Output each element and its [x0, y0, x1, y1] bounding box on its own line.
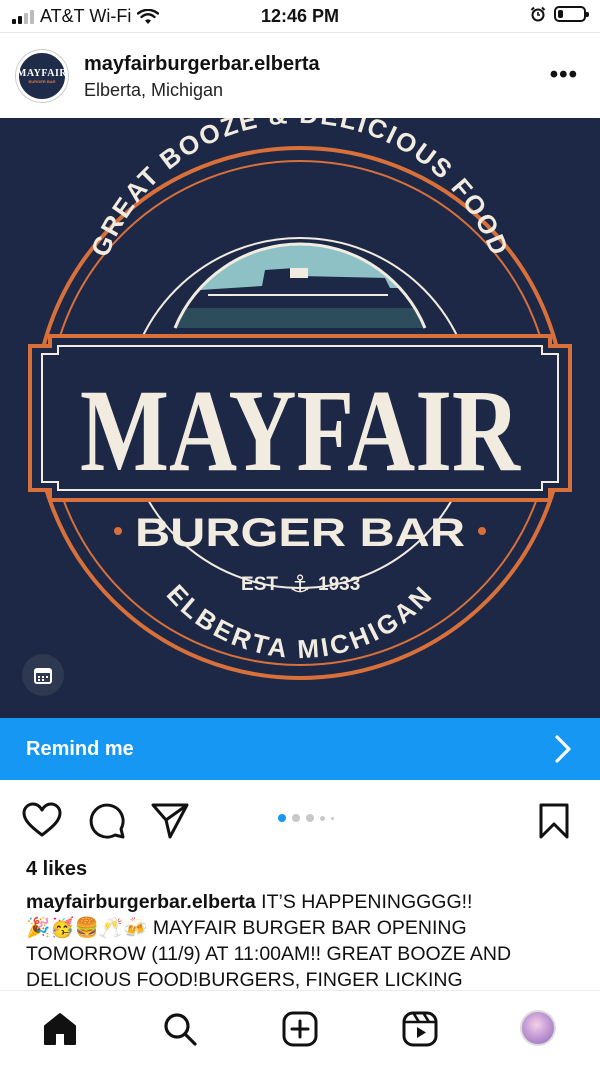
bookmark-icon[interactable]: [538, 802, 570, 840]
avatar[interactable]: MAYFAIR BURGER BAR: [16, 50, 68, 102]
post-header: MAYFAIR BURGER BAR mayfairburgerbar.elbe…: [0, 32, 600, 118]
post-caption: mayfairburgerbar.elberta IT’S HAPPENINGG…: [26, 889, 576, 989]
ship-scene: [175, 243, 425, 328]
home-icon[interactable]: [42, 1011, 78, 1047]
caption-username[interactable]: mayfairburgerbar.elberta: [26, 891, 256, 913]
remind-me-bar[interactable]: Remind me: [0, 718, 600, 780]
carousel-dot-4: [320, 815, 325, 821]
carousel-indicator: [278, 814, 334, 822]
bullet-right: [478, 527, 486, 535]
post-location[interactable]: Elberta, Michigan: [84, 80, 223, 101]
search-icon[interactable]: [162, 1011, 198, 1047]
calendar-icon: [34, 668, 52, 684]
avatar-text: MAYFAIR: [16, 68, 68, 79]
calendar-button[interactable]: [22, 654, 64, 696]
bullet-left: [114, 527, 122, 535]
arc-top-text: GREAT BOOZE & DELICIOUS FOOD: [85, 118, 516, 261]
status-bar: AT&T Wi-Fi 12:46 PM: [0, 0, 600, 32]
remind-me-label: Remind me: [26, 737, 134, 760]
share-icon[interactable]: [150, 802, 190, 840]
post-image[interactable]: GREAT BOOZE & DELICIOUS FOOD MAYFAIR BUR…: [0, 118, 600, 718]
carousel-dot-5: [331, 816, 334, 820]
create-icon[interactable]: [282, 1011, 318, 1047]
alarm-icon: [530, 6, 546, 22]
comment-icon[interactable]: [88, 802, 126, 840]
bottom-nav: [0, 990, 600, 1067]
status-right: [530, 6, 589, 22]
status-time: 12:46 PM: [260, 6, 340, 26]
caption-emojis: 🎉🥳🍔🥂🍻: [26, 917, 148, 939]
logo-year: 1933: [318, 574, 360, 595]
carousel-dot-2: [292, 814, 300, 822]
battery-icon: [554, 6, 589, 22]
logo-est: EST: [241, 574, 278, 595]
carousel-dot-1: [278, 814, 286, 822]
avatar-subtext: BURGER BAR: [28, 79, 56, 84]
logo-title: MAYFAIR: [80, 365, 521, 496]
heart-icon[interactable]: [22, 802, 62, 838]
more-options-button[interactable]: •••: [550, 61, 578, 89]
reels-icon[interactable]: [402, 1011, 438, 1047]
logo-subtitle: BURGER BAR: [135, 511, 465, 555]
post-username[interactable]: mayfairburgerbar.elberta: [84, 53, 320, 76]
post-actions: [0, 796, 600, 844]
anchor-icon: ⚓: [289, 571, 311, 598]
likes-count[interactable]: 4 likes: [26, 858, 87, 881]
carousel-dot-3: [306, 814, 314, 822]
profile-avatar[interactable]: [520, 1010, 556, 1046]
mayfair-logo: GREAT BOOZE & DELICIOUS FOOD MAYFAIR BUR…: [28, 118, 572, 680]
chevron-right-icon: [555, 735, 571, 763]
caption-text-1: IT’S HAPPENINGGGG!!: [255, 891, 473, 913]
